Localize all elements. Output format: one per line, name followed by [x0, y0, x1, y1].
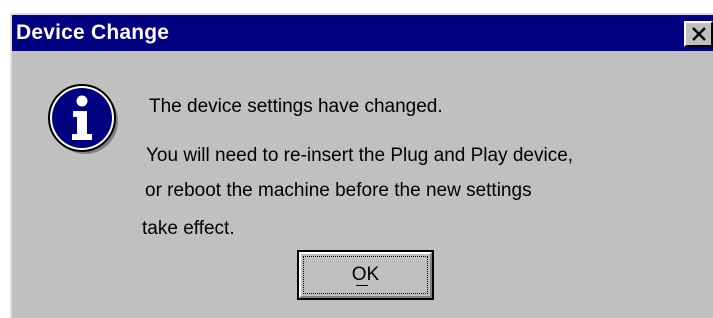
device-change-dialog: Device Change The device settings have c… [10, 13, 713, 318]
ok-button[interactable]: OK [297, 250, 434, 300]
ok-accelerator-underline [356, 285, 368, 286]
close-button[interactable] [684, 21, 713, 47]
message-line-4: take effect. [142, 218, 235, 239]
message-line-2: You will need to re-insert the Plug and … [146, 145, 574, 166]
information-icon [48, 84, 118, 154]
message-line-3: or reboot the machine before the new set… [145, 180, 532, 201]
window-title: Device Change [16, 21, 170, 44]
close-icon [692, 27, 706, 41]
message-line-1: The device settings have changed. [149, 96, 443, 117]
ok-button-label: OK [351, 264, 380, 285]
title-bar[interactable]: Device Change [12, 15, 713, 51]
